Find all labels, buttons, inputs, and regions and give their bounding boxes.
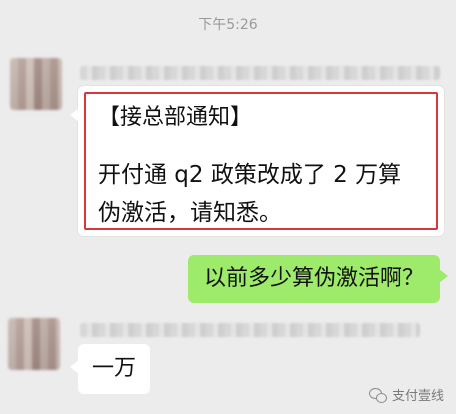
message-bubble-received[interactable]: 【接总部通知】 开付通 q2 政策改成了 2 万算伪激活，请知悉。 [70, 86, 444, 236]
wechat-icon [368, 387, 387, 403]
avatar[interactable] [8, 318, 60, 370]
highlight-frame: 【接总部通知】 开付通 q2 政策改成了 2 万算伪激活，请知悉。 [84, 92, 438, 230]
message-bubble-sent[interactable]: 以前多少算伪激活啊？ [187, 255, 449, 303]
message-bubble-received[interactable]: 一万 [69, 344, 151, 394]
message-text: 以前多少算伪激活啊？ [203, 266, 424, 291]
message-timestamp: 下午5:26 [198, 17, 258, 33]
message-text: 一万 [92, 356, 137, 381]
avatar[interactable] [10, 58, 62, 110]
sender-name [80, 66, 440, 80]
sender-name [80, 323, 420, 337]
notice-title: 【接总部通知】 [98, 105, 253, 130]
watermark: 支付壹线 [368, 385, 444, 404]
watermark-text: 支付壹线 [391, 389, 444, 404]
notice-body: 开付通 q2 政策改成了 2 万算伪激活，请知悉。 [98, 162, 402, 226]
